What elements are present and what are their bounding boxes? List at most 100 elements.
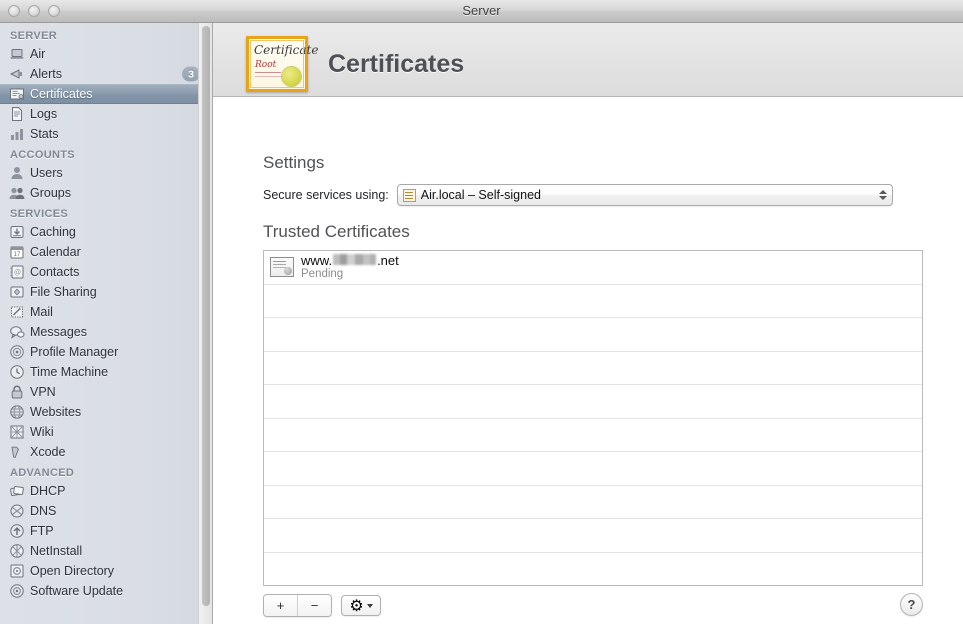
profile-gear-icon bbox=[9, 344, 25, 360]
sidebar-item-time-machine[interactable]: Time Machine bbox=[0, 362, 212, 382]
sidebar-item-label: Open Directory bbox=[30, 564, 114, 578]
sidebar-item-label: Caching bbox=[30, 225, 76, 239]
sidebar-item-logs[interactable]: Logs bbox=[0, 104, 212, 124]
sidebar-item-alerts[interactable]: Alerts3 bbox=[0, 64, 212, 84]
table-row-empty[interactable] bbox=[264, 553, 922, 587]
table-row[interactable]: www. .netPending bbox=[264, 251, 922, 285]
clock-icon bbox=[9, 364, 25, 380]
sidebar-item-label: Mail bbox=[30, 305, 53, 319]
status-badge: Pending bbox=[301, 268, 399, 281]
sidebar-item-netinstall[interactable]: NetInstall bbox=[0, 541, 212, 561]
sidebar-item-label: Groups bbox=[30, 186, 71, 200]
sidebar-section-header: SERVER bbox=[0, 23, 212, 44]
person-icon bbox=[9, 165, 25, 181]
sidebar-item-stats[interactable]: Stats bbox=[0, 124, 212, 144]
gear-icon: ⚙ bbox=[349, 596, 363, 616]
sidebar-item-dhcp[interactable]: DHCP bbox=[0, 481, 212, 501]
certificate-icon bbox=[9, 86, 25, 102]
chevron-down-icon bbox=[879, 196, 887, 200]
mail-stamp-icon bbox=[9, 304, 25, 320]
trusted-certificates-list[interactable]: www. .netPending bbox=[263, 250, 923, 586]
secure-services-label: Secure services using: bbox=[263, 188, 389, 202]
svg-text:@: @ bbox=[14, 270, 21, 277]
sidebar-item-label: Stats bbox=[30, 127, 59, 141]
sidebar-item-xcode[interactable]: Xcode bbox=[0, 442, 212, 462]
sidebar-item-label: FTP bbox=[30, 524, 54, 538]
redacted-domain bbox=[333, 254, 376, 265]
sidebar-scrollbar-thumb[interactable] bbox=[202, 26, 210, 606]
lock-icon bbox=[9, 384, 25, 400]
certificate-name-suffix: .net bbox=[377, 254, 399, 269]
sidebar-item-calendar[interactable]: 17 Calendar bbox=[0, 242, 212, 262]
laptop-icon bbox=[9, 46, 25, 62]
sidebar-item-contacts[interactable]: @Contacts bbox=[0, 262, 212, 282]
wiki-grid-icon bbox=[9, 424, 25, 440]
sidebar-item-label: Users bbox=[30, 166, 63, 180]
sidebar-scrollbar-track[interactable] bbox=[198, 23, 212, 624]
speech-bubble-icon bbox=[9, 324, 25, 340]
table-row-empty[interactable] bbox=[264, 519, 922, 553]
software-update-icon bbox=[9, 583, 25, 599]
sidebar-item-users[interactable]: Users bbox=[0, 163, 212, 183]
header-inner: Certificate Root Certificates bbox=[246, 36, 464, 92]
certificate-seal-icon bbox=[282, 67, 301, 86]
sidebar-item-certificates[interactable]: Certificates bbox=[0, 84, 212, 104]
table-row-empty[interactable] bbox=[264, 486, 922, 520]
open-directory-icon bbox=[9, 563, 25, 579]
secure-services-row: Secure services using: Air.local – Self-… bbox=[263, 184, 893, 206]
gear-menu-button[interactable]: ⚙ bbox=[341, 595, 381, 616]
table-row-empty[interactable] bbox=[264, 385, 922, 419]
sidebar-item-messages[interactable]: Messages bbox=[0, 322, 212, 342]
table-row-empty[interactable] bbox=[264, 285, 922, 319]
sidebar-item-label: Certificates bbox=[30, 87, 93, 101]
table-row-empty[interactable] bbox=[264, 419, 922, 453]
window-title: Server bbox=[0, 3, 963, 18]
sidebar-item-profile-manager[interactable]: Profile Manager bbox=[0, 342, 212, 362]
help-button[interactable]: ? bbox=[900, 593, 923, 616]
sidebar-item-vpn[interactable]: VPN bbox=[0, 382, 212, 402]
sidebar-item-label: NetInstall bbox=[30, 544, 82, 558]
svg-text:17: 17 bbox=[14, 252, 21, 258]
netinstall-icon bbox=[9, 543, 25, 559]
sidebar-item-air[interactable]: Air bbox=[0, 44, 212, 64]
sidebar-item-label: Profile Manager bbox=[30, 345, 118, 359]
sidebar-item-file-sharing[interactable]: File Sharing bbox=[0, 282, 212, 302]
sidebar-item-label: VPN bbox=[30, 385, 56, 399]
content-header: Certificate Root Certificates bbox=[213, 23, 963, 97]
certificate-icon-flourish bbox=[255, 72, 281, 77]
sidebar-section-header: ADVANCED bbox=[0, 462, 212, 481]
ftp-upload-icon bbox=[9, 523, 25, 539]
remove-certificate-button[interactable]: − bbox=[297, 595, 331, 616]
download-box-icon bbox=[9, 224, 25, 240]
sidebar-item-groups[interactable]: Groups bbox=[0, 183, 212, 203]
sidebar-item-label: Calendar bbox=[30, 245, 81, 259]
chevron-down-icon bbox=[367, 604, 373, 608]
sidebar-item-wiki[interactable]: Wiki bbox=[0, 422, 212, 442]
add-certificate-button[interactable]: + bbox=[264, 595, 297, 616]
sidebar-item-mail[interactable]: Mail bbox=[0, 302, 212, 322]
content-pane: Certificate Root Certificates Settings S… bbox=[213, 23, 963, 624]
certificate-icon-line1: Certificate bbox=[254, 44, 318, 56]
table-row-empty[interactable] bbox=[264, 352, 922, 386]
globe-icon bbox=[9, 404, 25, 420]
hammer-icon bbox=[9, 444, 25, 460]
sidebar-item-ftp[interactable]: FTP bbox=[0, 521, 212, 541]
sidebar-item-open-directory[interactable]: Open Directory bbox=[0, 561, 212, 581]
certificate-name-prefix: www. bbox=[301, 254, 332, 269]
secure-services-popup-button[interactable]: Air.local – Self-signed bbox=[397, 184, 893, 206]
sidebar-item-software-update[interactable]: Software Update bbox=[0, 581, 212, 601]
sidebar-item-websites[interactable]: Websites bbox=[0, 402, 212, 422]
sidebar-item-label: Software Update bbox=[30, 584, 123, 598]
certificate-list-icon bbox=[270, 257, 294, 277]
sidebar-item-dns[interactable]: DNS bbox=[0, 501, 212, 521]
sidebar-item-label: Logs bbox=[30, 107, 57, 121]
table-row-empty[interactable] bbox=[264, 452, 922, 486]
megaphone-icon bbox=[9, 66, 25, 82]
document-icon bbox=[9, 106, 25, 122]
chevron-up-icon bbox=[879, 190, 887, 194]
sidebar-item-label: Xcode bbox=[30, 445, 65, 459]
sidebar-item-caching[interactable]: Caching bbox=[0, 222, 212, 242]
sidebar-item-label: Alerts bbox=[30, 67, 62, 81]
sidebar-item-label: Air bbox=[30, 47, 45, 61]
table-row-empty[interactable] bbox=[264, 318, 922, 352]
